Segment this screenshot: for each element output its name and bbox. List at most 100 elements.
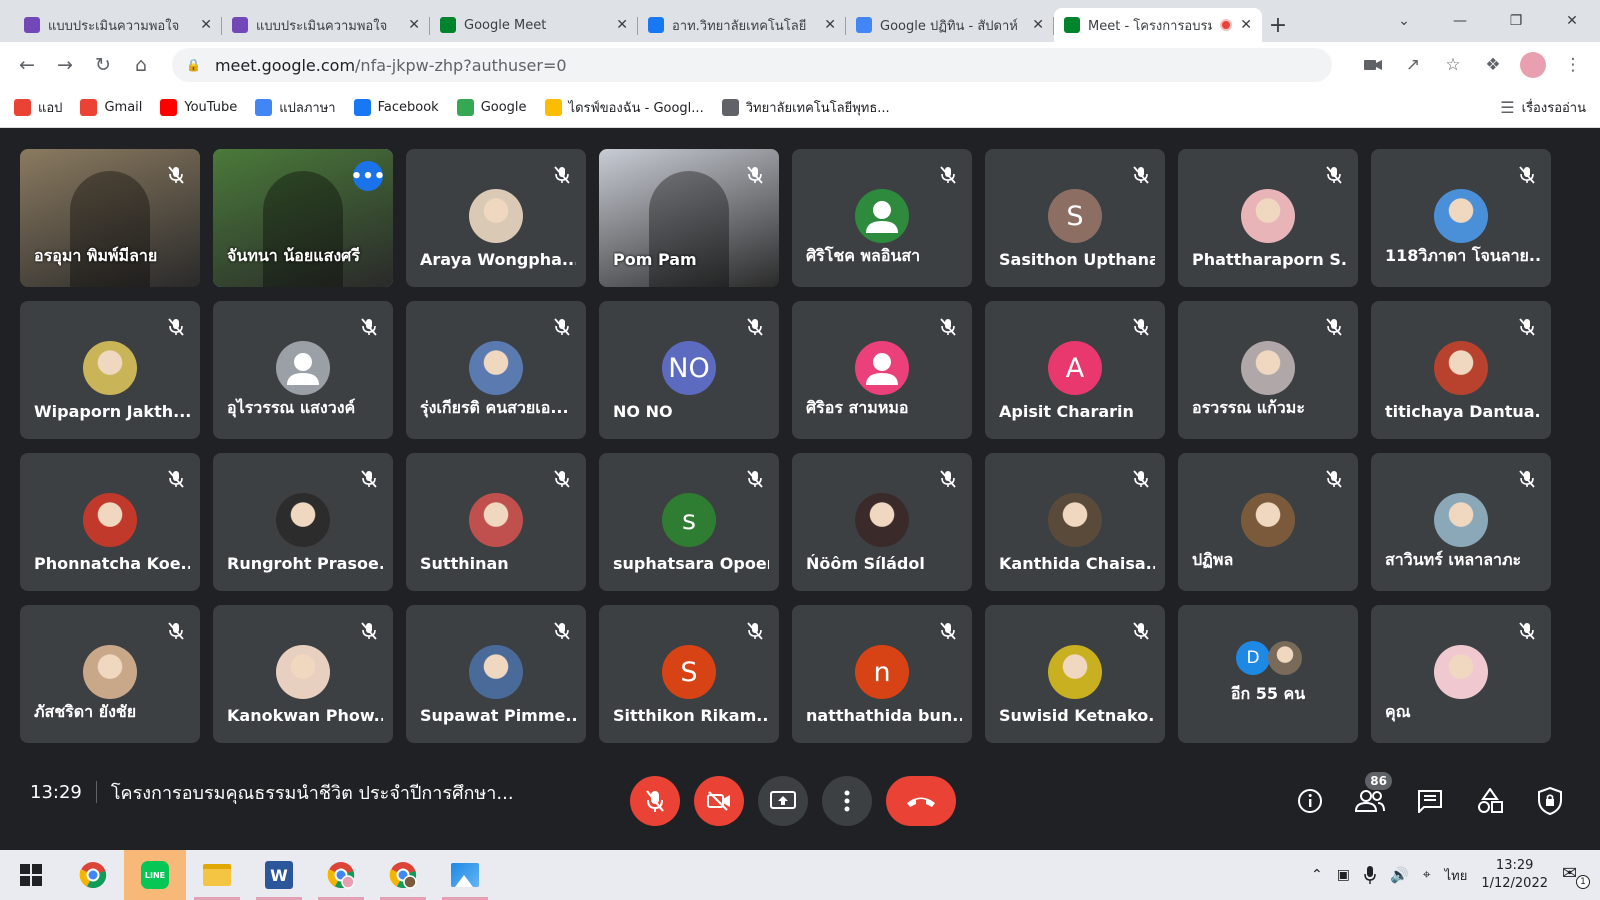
participant-tile[interactable]: S Sitthikon Rikam... [599,605,779,743]
participant-tile[interactable]: s suphatsara Opoer [599,453,779,591]
browser-tab[interactable]: Google ปฏิทิน - สัปดาห์ ✕ [846,8,1054,42]
bookmark-star-icon[interactable]: ☆ [1434,46,1472,84]
tray-overflow-icon[interactable]: ⌃ [1311,867,1323,883]
browser-tab[interactable]: Meet - โครงการอบรม ✕ [1054,8,1262,42]
taskbar-line[interactable]: LINE [124,850,186,900]
participant-tile[interactable]: ภัสชริดา ยังชัย [20,605,200,743]
people-button[interactable]: 86 [1350,772,1392,826]
participant-tile[interactable]: คุณ [1371,605,1551,743]
home-icon[interactable]: ⌂ [122,46,160,84]
share-icon[interactable]: ↗ [1394,46,1432,84]
taskbar-chrome[interactable] [62,850,124,900]
taskbar-word[interactable]: W [248,850,310,900]
close-tab-icon[interactable]: ✕ [616,17,628,33]
meeting-details-button[interactable] [1290,776,1330,826]
participant-name: สาวินทร์ เหลาลาภะ [1385,550,1522,569]
participant-options-button[interactable]: ••• [351,161,385,191]
microphone-icon[interactable] [1364,866,1376,884]
participant-tile[interactable]: ••• จันทนา น้อยแสงศรี [213,149,393,287]
close-window-button[interactable]: ✕ [1544,0,1600,42]
profile-avatar[interactable] [1514,46,1552,84]
participant-tile[interactable]: อุไรวรรณ แสงวงค์ [213,301,393,439]
bookmark-item[interactable]: Google [456,99,527,116]
participant-tile[interactable]: 118วิภาดา โจนลาย... [1371,149,1551,287]
participant-tile[interactable]: Wipaporn Jakth... [20,301,200,439]
participant-tile[interactable]: Araya Wongpha... [406,149,586,287]
participant-name: Kanthida Chaisa... [999,554,1155,573]
leave-call-button[interactable] [886,776,956,826]
participant-tile[interactable]: Ńöôm Síládol [792,453,972,591]
reload-icon[interactable]: ↻ [84,46,122,84]
bookmark-item[interactable]: Facebook [353,99,439,116]
bookmark-item[interactable]: แอป [14,97,62,118]
taskbar-chrome-profile-2[interactable] [372,850,434,900]
camera-off-button[interactable] [694,776,744,826]
participant-tile[interactable]: Supawat Pimme... [406,605,586,743]
minimize-button[interactable]: — [1432,0,1488,42]
taskbar-photos[interactable] [434,850,496,900]
participant-tile[interactable]: Phattharaporn S... [1178,149,1358,287]
participant-tile[interactable]: Kanthida Chaisa... [985,453,1165,591]
participant-tile[interactable]: Suwisid Ketnako... [985,605,1165,743]
present-screen-button[interactable] [758,776,808,826]
participant-tile[interactable]: ศิริอร สามหมอ [792,301,972,439]
extensions-puzzle-icon[interactable]: ❖ [1474,46,1512,84]
tab-title: Google ปฏิทิน - สัปดาห์ [880,18,1018,34]
participant-tile[interactable]: A Apisit Chararin [985,301,1165,439]
participant-tile[interactable]: รุ่งเกียรติ คนสวยเอ... [406,301,586,439]
activities-button[interactable] [1470,776,1510,826]
hang-up-icon [907,797,935,807]
bookmark-item[interactable]: ไดรฟ์ของฉัน - Googl... [544,97,704,118]
notifications-button[interactable]: ✉ 1 [1562,863,1590,889]
participant-tile[interactable]: Rungroht Prasoe... [213,453,393,591]
camera-in-use-icon[interactable] [1354,46,1392,84]
bookmark-item[interactable]: แปลภาษา [255,97,336,118]
maximize-button[interactable]: ❐ [1488,0,1544,42]
more-options-button[interactable] [822,776,872,826]
participant-tile[interactable]: Kanokwan Phow... [213,605,393,743]
participant-tile[interactable]: Sutthinan [406,453,586,591]
participant-tile[interactable]: titichaya Dantua... [1371,301,1551,439]
forward-arrow-icon[interactable]: → [46,46,84,84]
input-language[interactable]: ไทย [1445,865,1468,886]
url-bar[interactable]: 🔒 meet.google.com/nfa-jkpw-zhp?authuser=… [172,48,1332,82]
wifi-icon[interactable]: ⌖ [1423,867,1431,883]
close-tab-icon[interactable]: ✕ [1032,17,1044,33]
participant-tile[interactable]: Pom Pam [599,149,779,287]
taskbar-chrome-profile-1[interactable] [310,850,372,900]
participant-tile[interactable]: NO NO NO [599,301,779,439]
participant-tile[interactable]: D อีก 55 คน [1178,605,1358,743]
new-tab-button[interactable]: + [1262,8,1294,42]
browser-tab[interactable]: แบบประเมินความพอใจ ✕ [14,8,222,42]
bookmark-item[interactable]: YouTube [160,99,237,116]
participant-tile[interactable]: ศิริโชค พลอินสา [792,149,972,287]
meet-now-icon[interactable]: ▣ [1337,867,1350,883]
browser-tab[interactable]: Google Meet ✕ [430,8,638,42]
back-arrow-icon[interactable]: ← [8,46,46,84]
participant-tile[interactable]: ปฏิพล [1178,453,1358,591]
participant-tile[interactable]: อรอุมา พิมพ์มีลาย [20,149,200,287]
browser-tab[interactable]: อาท.วิทยาลัยเทคโนโลยี ✕ [638,8,846,42]
mic-off-button[interactable] [630,776,680,826]
participant-tile[interactable]: อรวรรณ แก้วมะ [1178,301,1358,439]
browser-menu-icon[interactable]: ⋮ [1554,46,1592,84]
bookmark-item[interactable]: วิทยาลัยเทคโนโลยีพุทธ... [721,97,890,118]
volume-icon[interactable]: 🔊 [1390,866,1409,884]
reading-list-button[interactable]: ☰ เรื่องรออ่าน [1500,97,1586,118]
taskbar-file-explorer[interactable] [186,850,248,900]
close-tab-icon[interactable]: ✕ [200,17,212,33]
participant-tile[interactable]: สาวินทร์ เหลาลาภะ [1371,453,1551,591]
bookmark-item[interactable]: Gmail [80,99,142,116]
close-tab-icon[interactable]: ✕ [408,17,420,33]
close-tab-icon[interactable]: ✕ [824,17,836,33]
participant-tile[interactable]: Phonnatcha Koe... [20,453,200,591]
chat-button[interactable] [1410,776,1450,826]
participant-tile[interactable]: S Sasithon Upthana [985,149,1165,287]
start-button[interactable] [0,850,62,900]
participant-tile[interactable]: n natthathida bun... [792,605,972,743]
taskbar-clock[interactable]: 13:29 1/12/2022 [1481,857,1548,893]
tab-search-icon[interactable]: ⌄ [1376,0,1432,42]
close-tab-icon[interactable]: ✕ [1240,17,1252,33]
host-controls-button[interactable] [1530,776,1570,826]
browser-tab[interactable]: แบบประเมินความพอใจ ✕ [222,8,430,42]
